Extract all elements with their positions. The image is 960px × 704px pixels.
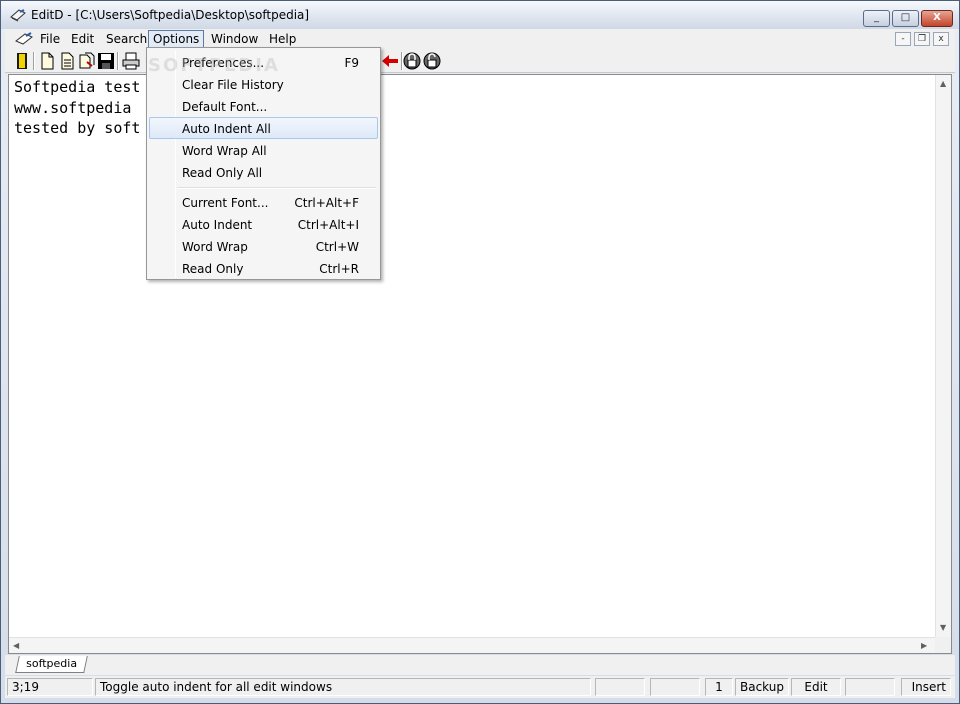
menu-edit[interactable]: Edit: [66, 30, 99, 48]
status-backup: Backup: [735, 678, 789, 696]
status-insert-mode: Insert: [901, 678, 951, 696]
options-menu: Preferences... F9 Clear File History Def…: [146, 47, 381, 280]
print-icon[interactable]: [122, 52, 140, 70]
document-tabs: softpedia: [5, 655, 955, 675]
tab-softpedia[interactable]: softpedia: [15, 656, 88, 673]
close-button[interactable]: X: [921, 10, 953, 27]
menu-help[interactable]: Help: [264, 30, 301, 48]
menu-bar: File Edit Search Options Window Help - ❐…: [5, 29, 955, 49]
app-icon: [10, 9, 26, 22]
menu-search[interactable]: Search: [101, 30, 152, 48]
new-file-icon[interactable]: [38, 52, 56, 70]
vertical-scrollbar[interactable]: ▲ ▼: [935, 75, 951, 637]
mdi-minimize-button[interactable]: -: [895, 32, 911, 46]
editor-text[interactable]: Softpedia test www.softpedia tested by sof…: [14, 77, 140, 139]
minimize-button[interactable]: _: [863, 10, 890, 27]
mdi-close-button[interactable]: x: [933, 32, 949, 46]
tab-label: softpedia: [26, 657, 78, 670]
status-field: [845, 678, 895, 696]
maximize-button[interactable]: □: [892, 10, 919, 27]
scroll-right-icon[interactable]: ▶: [921, 641, 927, 651]
status-message: Toggle auto indent for all edit windows: [95, 678, 591, 696]
menu-item-auto-indent-all[interactable]: Auto Indent All: [149, 117, 378, 139]
status-mode: Edit: [791, 678, 841, 696]
status-cursor-position: 3;19: [7, 678, 93, 696]
open-file-icon[interactable]: [58, 52, 76, 70]
status-field: [650, 678, 700, 696]
menu-separator: [177, 187, 376, 189]
menu-item-word-wrap[interactable]: Word Wrap Ctrl+W: [149, 235, 378, 257]
exit-icon[interactable]: [13, 52, 31, 70]
horizontal-scrollbar[interactable]: ◀ ▶: [9, 637, 935, 653]
title-bar[interactable]: EditD - [C:\Users\Softpedia\Desktop\soft…: [1, 1, 959, 29]
recent-files-icon[interactable]: [78, 52, 96, 70]
menu-item-clear-file-history[interactable]: Clear File History: [149, 73, 378, 95]
document-icon[interactable]: [15, 31, 33, 47]
save-icon[interactable]: [97, 52, 115, 70]
menu-item-current-font[interactable]: Current Font... Ctrl+Alt+F: [149, 191, 378, 213]
scroll-down-icon[interactable]: ▼: [940, 623, 946, 633]
menu-options[interactable]: Options: [148, 30, 205, 48]
status-field: [595, 678, 645, 696]
unlock-icon[interactable]: [423, 52, 441, 70]
scroll-left-icon[interactable]: ◀: [13, 641, 19, 651]
menu-item-read-only-all[interactable]: Read Only All: [149, 161, 378, 183]
window-title: EditD - [C:\Users\Softpedia\Desktop\soft…: [31, 8, 310, 22]
back-arrow-icon[interactable]: [381, 52, 399, 70]
scroll-corner: [935, 637, 951, 653]
menu-item-word-wrap-all[interactable]: Word Wrap All: [149, 139, 378, 161]
app-window: EditD - [C:\Users\Softpedia\Desktop\soft…: [0, 0, 960, 704]
status-count: 1: [705, 678, 733, 696]
menu-item-read-only[interactable]: Read Only Ctrl+R: [149, 257, 378, 279]
menu-file[interactable]: File: [35, 30, 65, 48]
editor-line: www.softpedia: [14, 98, 132, 117]
menu-item-auto-indent[interactable]: Auto Indent Ctrl+Alt+I: [149, 213, 378, 235]
editor-line: Softpedia test: [14, 78, 141, 96]
menu-window[interactable]: Window: [206, 30, 263, 48]
mdi-restore-button[interactable]: ❐: [914, 32, 930, 46]
lock-icon[interactable]: [403, 52, 421, 70]
editor-line: tested by soft: [14, 119, 141, 137]
menu-item-default-font[interactable]: Default Font...: [149, 95, 378, 117]
toolbar-separator: [117, 52, 119, 70]
status-bar: 3;19 Toggle auto indent for all edit win…: [5, 676, 955, 698]
toolbar-separator: [33, 52, 35, 70]
scroll-up-icon[interactable]: ▲: [940, 79, 946, 89]
watermark: SOFTPEDIA: [148, 55, 280, 76]
